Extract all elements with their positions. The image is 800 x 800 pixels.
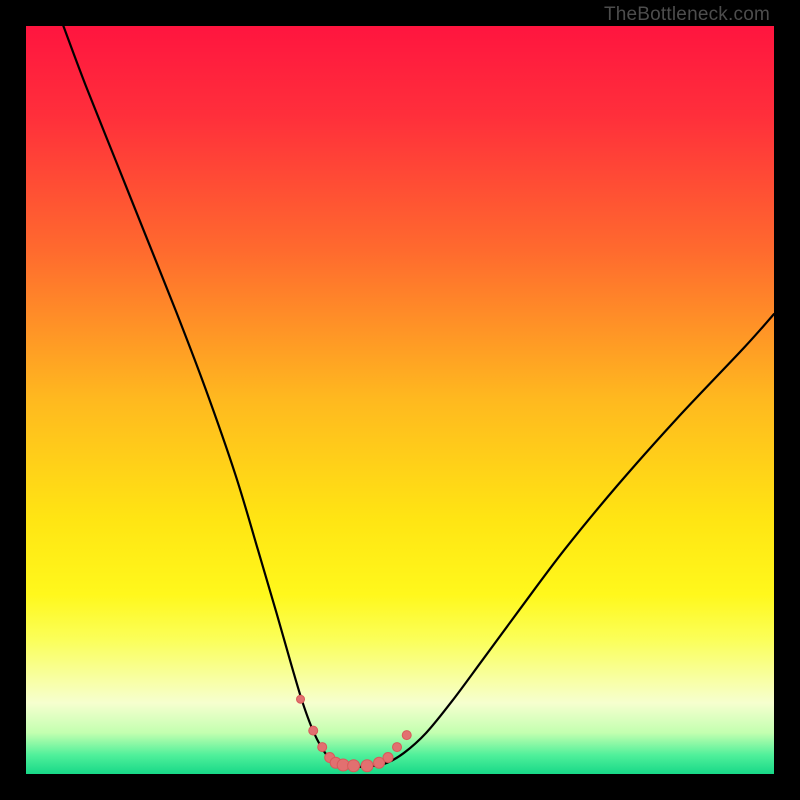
valley-marker — [383, 753, 393, 763]
curve-layer — [26, 26, 774, 774]
bottleneck-curve — [63, 26, 774, 767]
valley-marker — [393, 743, 402, 752]
valley-marker — [361, 760, 373, 772]
valley-marker — [402, 731, 411, 740]
plot-area — [26, 26, 774, 774]
valley-marker — [309, 726, 318, 735]
valley-marker — [318, 743, 327, 752]
watermark-text: TheBottleneck.com — [604, 4, 770, 26]
outer-frame: TheBottleneck.com — [0, 0, 800, 800]
valley-marker — [297, 695, 305, 703]
valley-marker — [348, 760, 360, 772]
